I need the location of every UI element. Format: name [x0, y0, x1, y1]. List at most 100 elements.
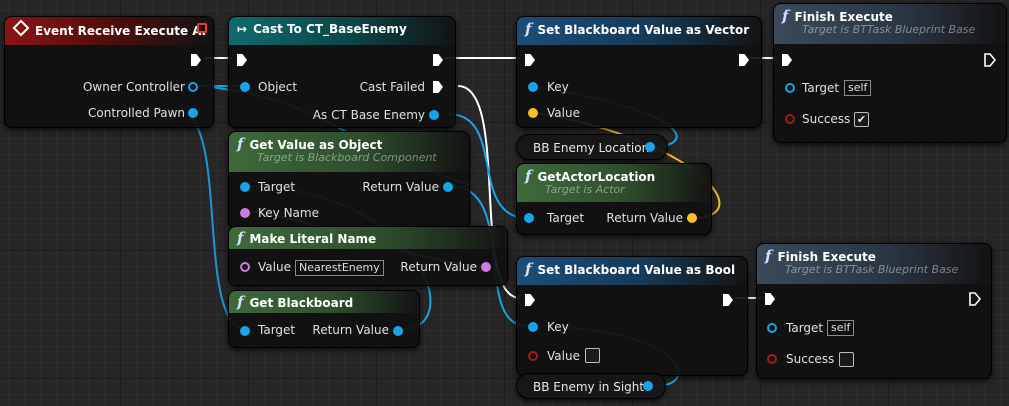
exec-in-pin[interactable]	[525, 54, 535, 66]
function-icon: f	[765, 247, 772, 265]
value-pin[interactable]	[240, 262, 250, 272]
set-blackboard-value-as-vector-node[interactable]: f Set Blackboard Value as Vector Key Valu…	[516, 16, 762, 128]
key-pin[interactable]	[528, 82, 538, 92]
target-pin[interactable]	[785, 83, 795, 93]
node-header: ↦ Cast To CT_BaseEnemy	[229, 17, 455, 45]
bb-enemy-in-sight-variable[interactable]: BB Enemy in Sight	[516, 373, 666, 399]
node-title: Finish Execute	[794, 10, 893, 24]
node-header: Event Receive Execute AI	[5, 17, 213, 45]
success-checkbox[interactable]: ✔	[854, 112, 869, 127]
target-pin[interactable]	[767, 323, 777, 333]
target-pin[interactable]	[524, 213, 534, 223]
function-icon: f	[525, 260, 532, 278]
value-label: Value	[258, 260, 291, 274]
object-pin[interactable]	[240, 82, 250, 92]
controlled-pawn-label: Controlled Pawn	[88, 106, 185, 120]
variable-out-pin[interactable]	[643, 381, 653, 391]
success-pin[interactable]	[767, 354, 777, 364]
node-title: Get Blackboard	[249, 296, 354, 310]
variable-out-pin[interactable]	[645, 142, 655, 152]
function-icon: f	[525, 20, 532, 38]
exec-in-pin[interactable]	[237, 54, 247, 66]
value-checkbox[interactable]	[585, 348, 600, 363]
get-actor-location-node[interactable]: f GetActorLocation Target is Actor Target…	[516, 163, 712, 235]
key-pin[interactable]	[528, 322, 538, 332]
target-label: Target	[258, 180, 296, 194]
exec-out-pin[interactable]	[969, 292, 981, 306]
node-title: Make Literal Name	[249, 232, 377, 246]
node-header: f Finish Execute Target is BTTask Bluepri…	[774, 4, 1006, 44]
node-header: f Make Literal Name	[229, 227, 507, 249]
return-value-label: Return Value	[400, 260, 477, 274]
target-label: Target	[802, 81, 840, 95]
function-icon: f	[237, 229, 244, 247]
return-value-pin[interactable]	[393, 326, 403, 336]
variable-label: BB Enemy in Sight	[533, 380, 645, 394]
value-label: Value	[547, 349, 580, 363]
target-self-field[interactable]: self	[844, 80, 872, 96]
key-label: Key	[547, 80, 569, 94]
exec-out-pin[interactable]	[984, 53, 996, 67]
value-pin[interactable]	[528, 108, 538, 118]
node-header: f Get Blackboard	[229, 291, 419, 313]
key-name-pin[interactable]	[240, 208, 250, 218]
function-icon: f	[237, 135, 244, 153]
return-value-label: Return Value	[362, 180, 439, 194]
get-blackboard-node[interactable]: f Get Blackboard Target Return Value	[228, 290, 420, 348]
variable-label: BB Enemy Location	[533, 141, 650, 155]
cast-failed-exec-pin[interactable]	[433, 81, 443, 93]
return-value-label: Return Value	[606, 211, 683, 225]
owner-controller-pin[interactable]	[188, 82, 198, 92]
return-value-pin[interactable]	[481, 262, 491, 272]
exec-in-pin[interactable]	[525, 294, 535, 306]
exec-out-pin[interactable]	[433, 54, 443, 66]
key-name-label: Key Name	[258, 206, 319, 220]
finish-execute-node-top[interactable]: f Finish Execute Target is BTTask Bluepri…	[773, 3, 1007, 143]
event-receive-execute-ai-node[interactable]: Event Receive Execute AI Owner Controlle…	[4, 16, 214, 128]
exec-out-pin[interactable]	[191, 54, 201, 66]
node-header: f Get Value as Object Target is Blackboar…	[229, 132, 469, 172]
success-checkbox[interactable]	[839, 352, 854, 367]
target-label: Target	[547, 211, 585, 225]
node-header: f Set Blackboard Value as Vector	[517, 17, 761, 45]
value-label: Value	[547, 106, 580, 120]
node-title: Get Value as Object	[249, 138, 383, 152]
target-pin[interactable]	[240, 326, 250, 336]
object-label: Object	[258, 80, 298, 94]
value-pin[interactable]	[528, 351, 538, 361]
node-title: Event Receive Execute AI	[35, 24, 207, 38]
node-title: Finish Execute	[777, 250, 876, 264]
node-title: GetActorLocation	[537, 170, 656, 184]
as-ct-base-enemy-label: As CT Base Enemy	[312, 108, 425, 122]
node-header: f GetActorLocation Target is Actor	[517, 164, 711, 202]
get-value-as-object-node[interactable]: f Get Value as Object Target is Blackboar…	[228, 131, 470, 229]
node-subtitle: Target is BTTask Blueprint Base	[802, 23, 976, 36]
target-label: Target	[786, 321, 824, 335]
exec-out-pin[interactable]	[739, 54, 749, 66]
success-pin[interactable]	[785, 114, 795, 124]
return-value-pin[interactable]	[443, 182, 453, 192]
return-value-pin[interactable]	[687, 213, 697, 223]
delegate-pin-icon[interactable]	[197, 23, 207, 33]
finish-execute-node-bottom[interactable]: f Finish Execute Target is BTTask Bluepri…	[756, 243, 992, 379]
cast-failed-label: Cast Failed	[359, 80, 425, 94]
exec-out-pin[interactable]	[723, 294, 733, 306]
exec-in-pin[interactable]	[765, 293, 775, 305]
function-icon: f	[237, 293, 244, 311]
cast-to-ct-baseenemy-node[interactable]: ↦ Cast To CT_BaseEnemy Object Cast Failed…	[228, 16, 456, 128]
checkmark-icon: ✔	[856, 113, 867, 126]
make-literal-name-node[interactable]: f Make Literal Name Value NearestEnemy Re…	[228, 226, 508, 286]
node-header: f Set Blackboard Value as Bool	[517, 257, 747, 285]
key-label: Key	[547, 320, 569, 334]
controlled-pawn-pin[interactable]	[188, 108, 198, 118]
name-value-field[interactable]: NearestEnemy	[295, 260, 384, 276]
target-pin[interactable]	[240, 182, 250, 192]
function-icon: f	[782, 7, 789, 25]
as-ct-base-enemy-pin[interactable]	[429, 110, 439, 120]
bb-enemy-location-variable[interactable]: BB Enemy Location	[516, 134, 668, 160]
exec-in-pin[interactable]	[782, 54, 792, 66]
node-title: Set Blackboard Value as Vector	[537, 23, 750, 37]
set-blackboard-value-as-bool-node[interactable]: f Set Blackboard Value as Bool Key Value	[516, 256, 748, 376]
success-label: Success	[786, 352, 835, 366]
target-self-field[interactable]: self	[827, 320, 855, 336]
